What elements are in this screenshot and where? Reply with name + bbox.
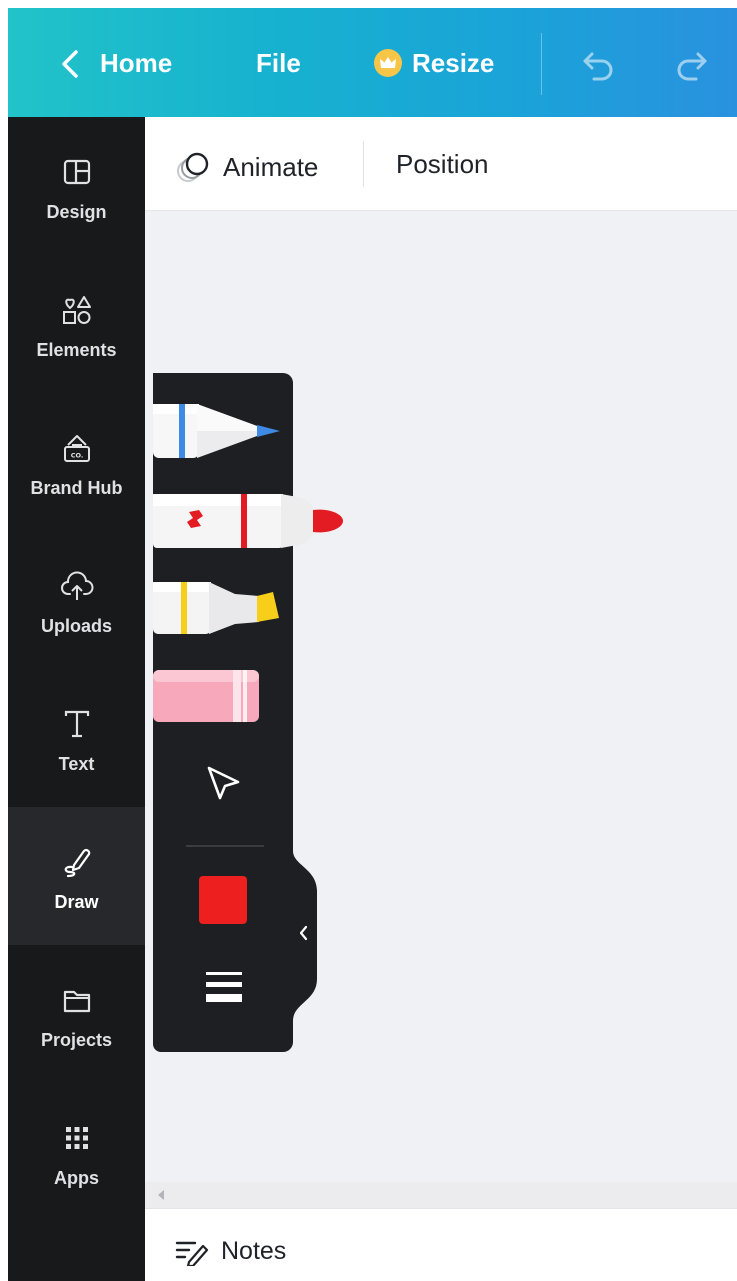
panel-divider [186, 845, 264, 847]
animate-label: Animate [223, 152, 319, 182]
sidebar-item-draw[interactable]: Draw [8, 807, 145, 945]
resize-button[interactable]: Resize [374, 48, 494, 78]
brand-hub-icon: CO. [63, 435, 90, 462]
horizontal-scrollbar[interactable] [145, 1182, 737, 1208]
cursor-select-icon[interactable] [200, 760, 246, 806]
notes-label: Notes [221, 1237, 287, 1265]
crown-icon [374, 49, 402, 77]
sidebar-item-apps[interactable]: Apps [8, 1083, 145, 1221]
eraser-tool[interactable] [153, 668, 263, 724]
animate-button[interactable]: Animate [173, 149, 318, 185]
redo-icon[interactable] [670, 48, 710, 82]
context-toolbar: Animate Position [145, 117, 737, 211]
sidebar-item-elements[interactable]: Elements [8, 255, 145, 393]
notes-button[interactable]: Notes [175, 1237, 286, 1266]
toolbar-separator [363, 141, 364, 187]
sidebar-item-text[interactable]: Text [8, 669, 145, 807]
sidebar-item-label: Brand Hub [30, 478, 123, 498]
draw-icon [64, 849, 90, 878]
side-navigation: Design Elements CO. Brand Hub Uploads Te… [8, 117, 145, 1281]
sidebar-item-label: Uploads [40, 616, 112, 636]
apps-grid-icon [65, 1127, 88, 1149]
sidebar-item-label: Projects [40, 1030, 113, 1050]
home-button[interactable]: Home [100, 48, 172, 78]
layout-icon [63, 159, 90, 185]
shapes-icon [62, 296, 91, 324]
cloud-upload-icon [60, 571, 93, 600]
marker-tool[interactable] [153, 490, 345, 552]
sidebar-item-label: Apps [54, 1168, 99, 1188]
svg-text:CO.: CO. [70, 452, 83, 460]
position-button[interactable]: Position [396, 149, 489, 179]
sidebar-item-label: Elements [36, 340, 117, 360]
stroke-weight-icon[interactable] [203, 968, 245, 1008]
highlighter-tool[interactable] [153, 578, 283, 638]
undo-icon[interactable] [580, 48, 620, 82]
animate-icon [177, 152, 209, 182]
sidebar-item-label: Design [46, 202, 107, 222]
top-bar: Home File Resize [8, 8, 737, 117]
sidebar-item-label: Text [58, 754, 95, 774]
sidebar-item-projects[interactable]: Projects [8, 945, 145, 1083]
collapse-panel-icon[interactable] [292, 905, 316, 961]
pen-tool[interactable] [153, 398, 283, 464]
sidebar-item-brand-hub[interactable]: CO. Brand Hub [8, 393, 145, 531]
sidebar-item-design[interactable]: Design [8, 117, 145, 255]
notes-icon [175, 1241, 209, 1266]
file-menu-button[interactable]: File [256, 48, 301, 78]
sidebar-item-uploads[interactable]: Uploads [8, 531, 145, 669]
scroll-left-icon[interactable] [155, 1188, 167, 1202]
toolbar-divider [541, 33, 542, 95]
text-icon [64, 710, 89, 738]
footer-bar: Notes [145, 1208, 737, 1281]
chevron-left-icon[interactable] [52, 44, 92, 84]
folder-icon [63, 990, 90, 1013]
sidebar-item-label: Draw [54, 892, 99, 912]
resize-label: Resize [412, 48, 495, 78]
color-swatch-button[interactable] [199, 876, 247, 924]
